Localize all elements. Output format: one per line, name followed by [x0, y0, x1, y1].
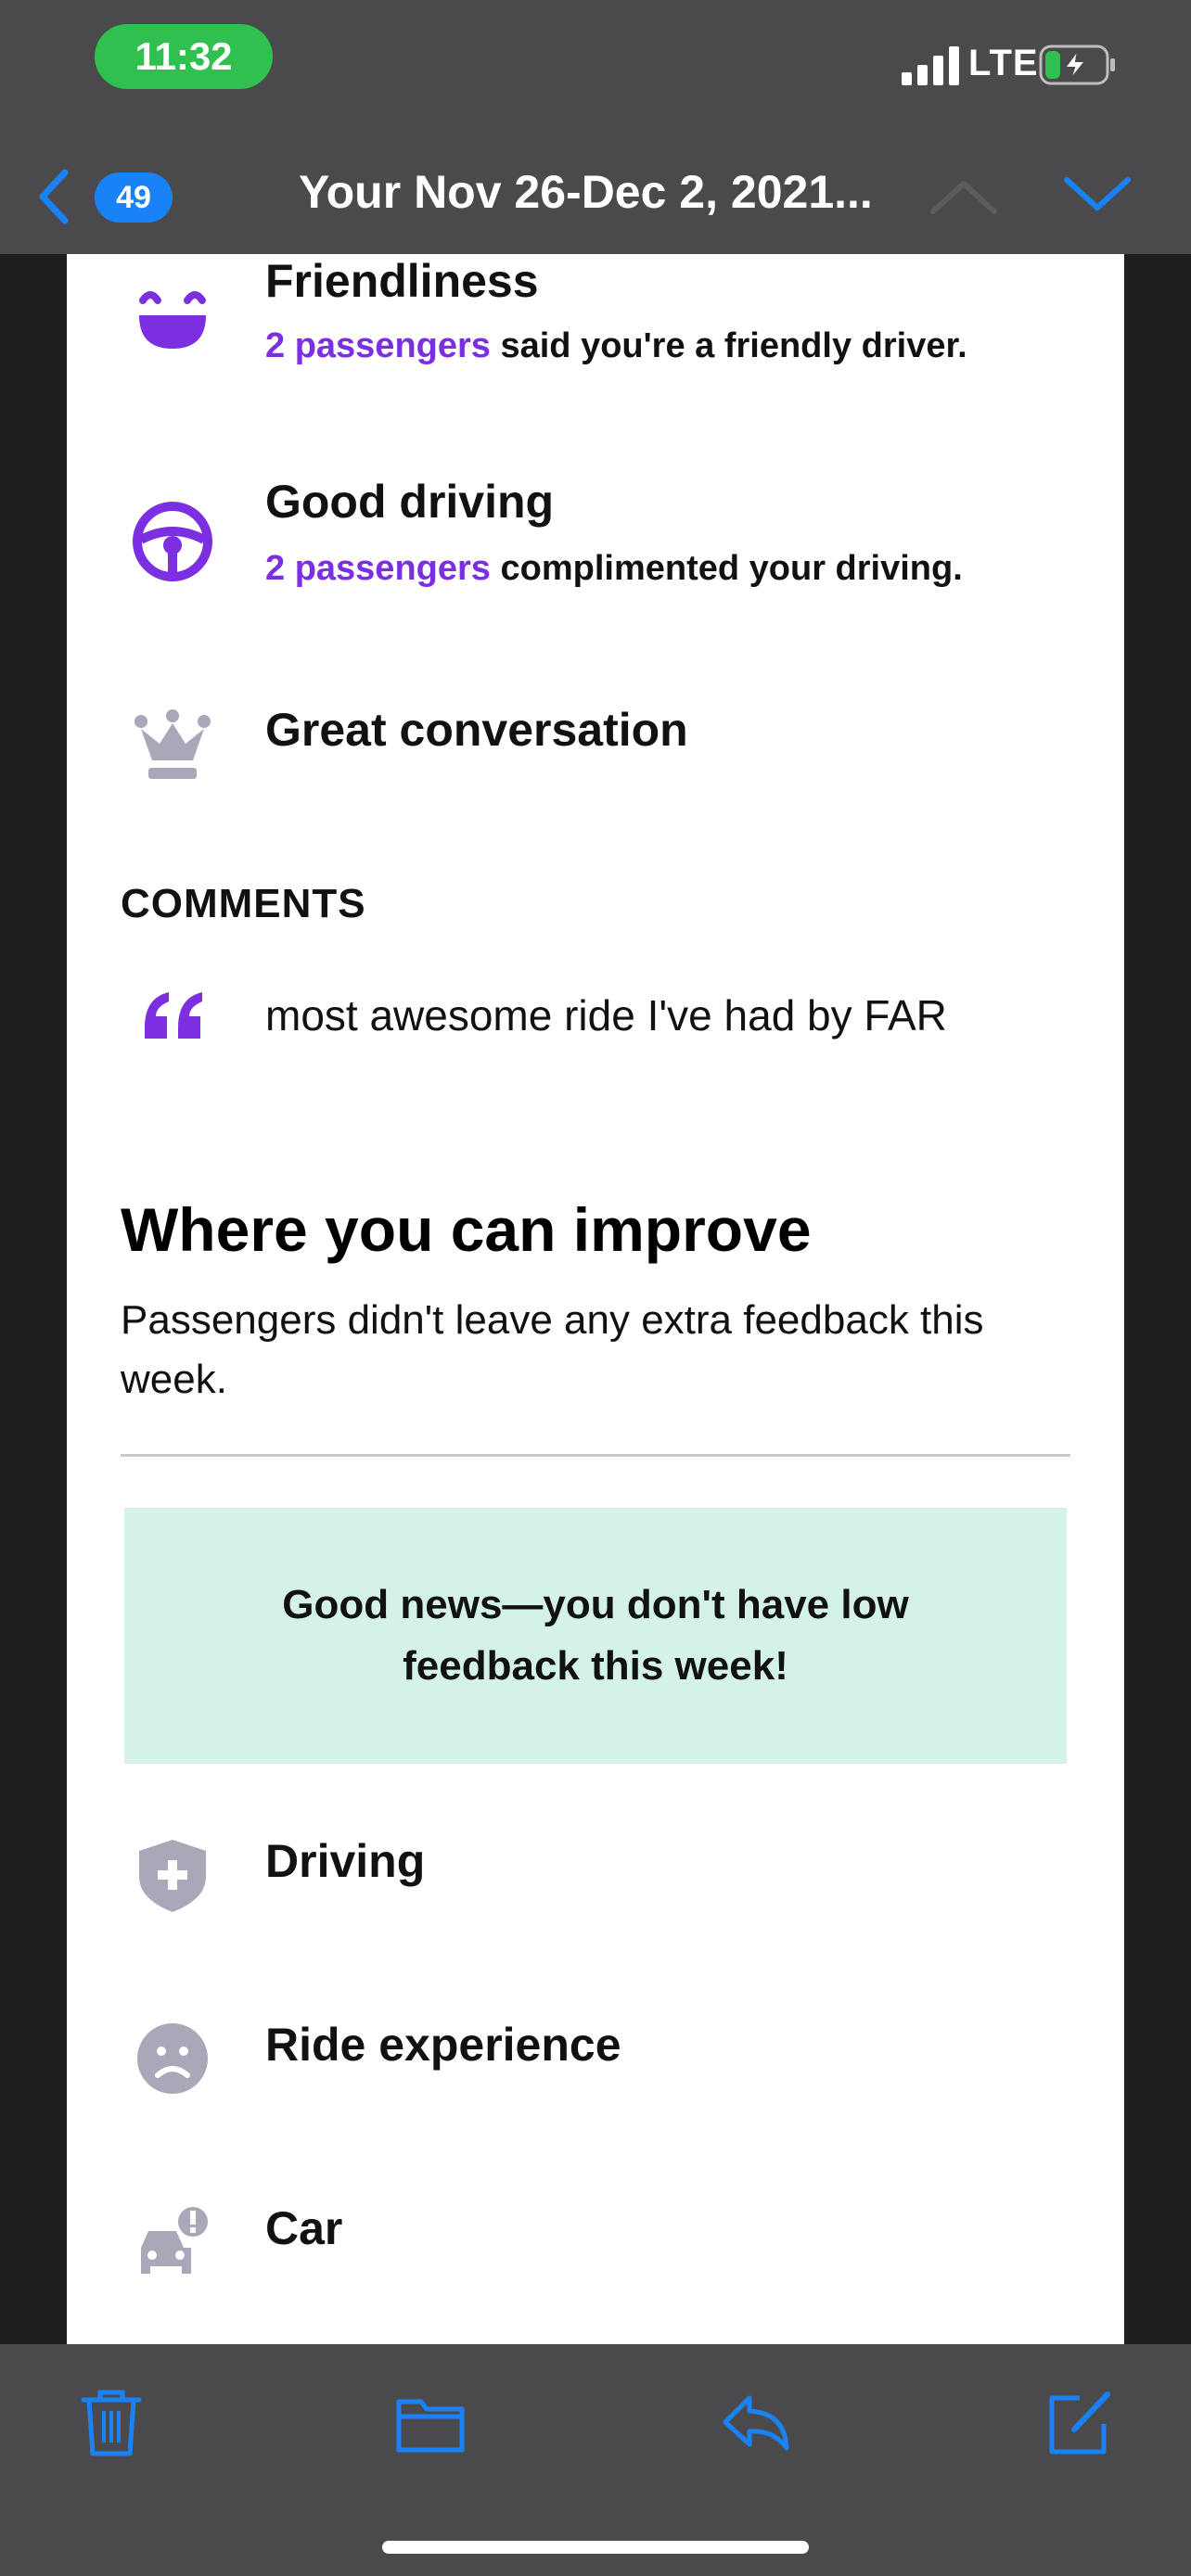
improve-item-label: Ride experience [265, 2019, 621, 2071]
cellular-signal-icon [902, 46, 959, 85]
home-indicator[interactable] [382, 2541, 809, 2554]
chevron-down-icon[interactable] [1061, 174, 1133, 215]
compliment-text: said you're a friendly driver. [490, 326, 967, 365]
chevron-up-icon[interactable] [928, 176, 1000, 217]
battery-charging-icon [1039, 45, 1115, 85]
compose-icon[interactable] [1043, 2385, 1117, 2459]
comments-label: COMMENTS [121, 881, 366, 926]
status-bar: 11:32 LTE [0, 0, 1191, 139]
email-subject-title: Your Nov 26-Dec 2, 2021... [299, 166, 873, 218]
folder-icon[interactable] [393, 2385, 467, 2459]
improve-item-label: Car [265, 2202, 343, 2254]
message-count-badge[interactable]: 49 [95, 172, 173, 223]
improve-heading: Where you can improve [121, 1195, 812, 1264]
passenger-count: 2 passengers [265, 326, 491, 365]
improve-item-label: Driving [265, 1835, 426, 1887]
smile-icon [139, 291, 206, 349]
network-type: LTE [968, 43, 1039, 83]
mail-toolbar [0, 2344, 1191, 2576]
good-news-banner: Good news—you don't have low feedback th… [124, 1508, 1067, 1764]
comment-text: most awesome ride I've had by FAR [265, 991, 947, 1039]
quote-icon [145, 992, 202, 1039]
steering-wheel-icon [133, 502, 212, 581]
compliment-title: Good driving [265, 476, 555, 528]
trash-icon[interactable] [74, 2385, 148, 2459]
compliment-detail: 2 passengers said you're a friendly driv… [265, 326, 967, 366]
compliment-title: Great conversation [265, 704, 688, 756]
car-alert-icon [141, 2203, 211, 2274]
shield-plus-icon [139, 1840, 206, 1912]
improve-description: Passengers didn't leave any extra feedba… [121, 1297, 984, 1402]
time-pill[interactable]: 11:32 [95, 24, 273, 89]
sad-face-icon [137, 2023, 208, 2094]
chevron-left-icon[interactable] [33, 167, 74, 226]
compliment-detail: 2 passengers complimented your driving. [265, 549, 963, 589]
compliment-text: complimented your driving. [490, 549, 963, 588]
crown-icon [134, 709, 211, 779]
divider [121, 1454, 1070, 1457]
compliment-title: Friendliness [265, 255, 539, 307]
reply-icon[interactable] [718, 2385, 792, 2459]
mail-nav-bar: 49 Your Nov 26-Dec 2, 2021... [0, 148, 1191, 241]
top-chrome: 11:32 LTE 49 Your Nov 26-Dec 2, 2021... [0, 0, 1191, 254]
email-body: Friendliness 2 passengers said you're a … [67, 254, 1124, 2344]
passenger-count: 2 passengers [265, 549, 491, 588]
